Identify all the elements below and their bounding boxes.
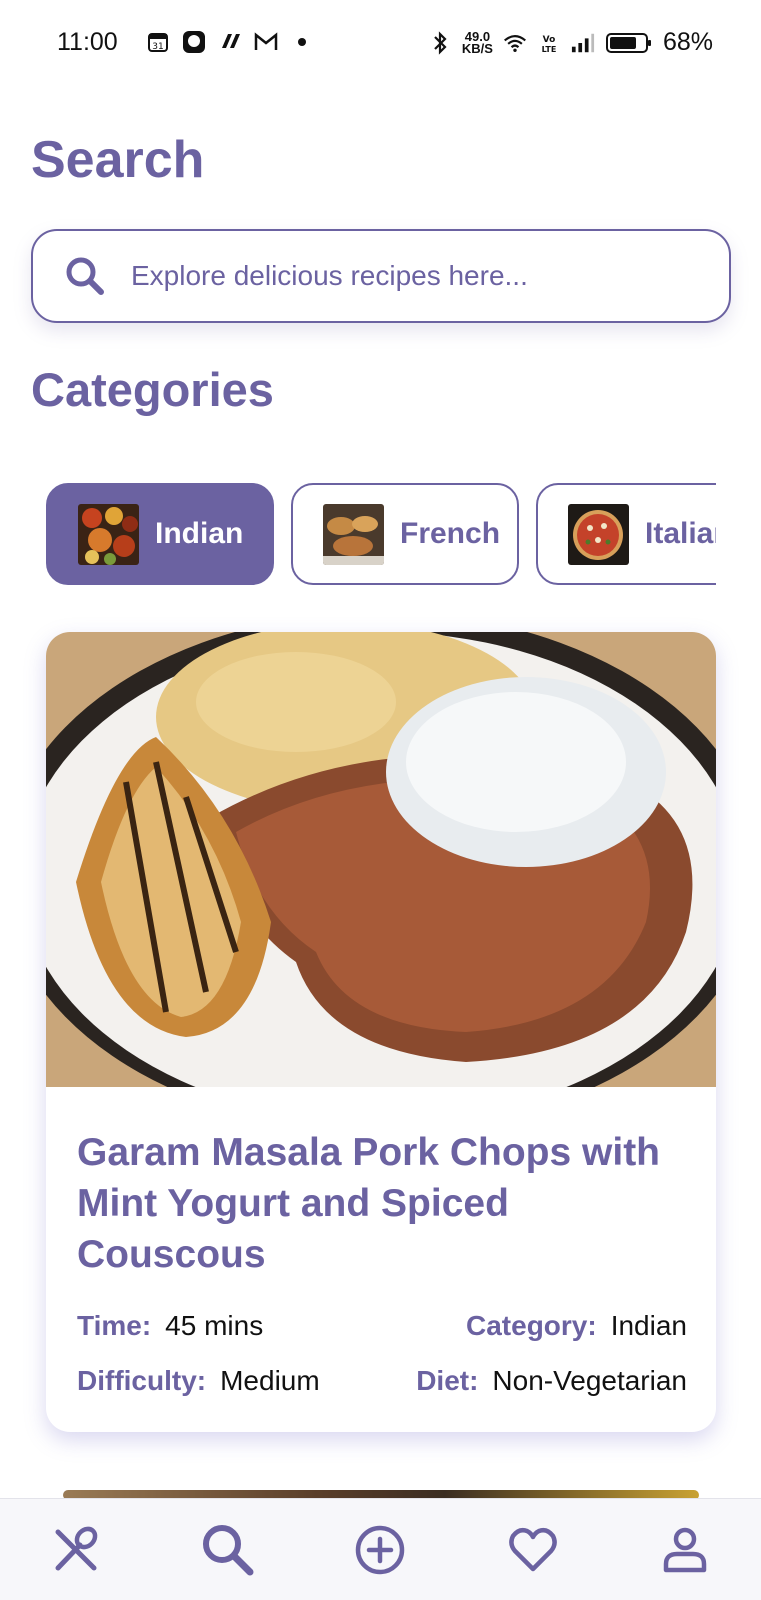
add-circle-icon (356, 1525, 405, 1574)
network-speed-unit: KB/S (461, 40, 493, 56)
more-notifications-dot-icon (290, 30, 314, 54)
category-chip-label: Italian (645, 517, 716, 550)
signal-icon (571, 31, 595, 55)
indian-food-thumbnail (78, 503, 139, 565)
battery-percent: 68% (662, 28, 713, 56)
nav-search[interactable] (190, 1512, 266, 1588)
diet-value: Non-Vegetarian (492, 1365, 687, 1396)
recipe-diet: Diet: Non-Vegetarian (416, 1365, 687, 1397)
fork-spoon-icon (55, 1526, 98, 1570)
status-time: 11:00 (57, 28, 118, 56)
search-bar[interactable] (31, 229, 731, 323)
category-chip-label: Indian (155, 517, 244, 550)
category-chips[interactable]: Indian French Italian (46, 483, 716, 587)
time-label: Time: (77, 1310, 152, 1341)
search-icon (63, 254, 107, 298)
app-notification-icon (218, 30, 242, 54)
category-label: Category: (466, 1310, 597, 1341)
status-bar: 11:00 31 49.0 KB/S Vo LTE 68% (0, 0, 761, 88)
network-speed: 49.0 KB/S (461, 30, 493, 56)
recipe-image (46, 632, 716, 1087)
category-chip-label: French (400, 517, 501, 550)
difficulty-value: Medium (220, 1365, 320, 1396)
recipe-card[interactable]: Garam Masala Pork Chops with Mint Yogurt… (46, 632, 716, 1432)
system-status: 49.0 KB/S Vo LTE 68% (428, 28, 713, 57)
search-screen: 11:00 31 49.0 KB/S Vo LTE 68% Search Exp… (0, 0, 761, 1600)
nav-add-recipe[interactable] (342, 1512, 418, 1588)
wifi-icon (503, 31, 527, 55)
category-chip-indian[interactable]: Indian (46, 483, 274, 585)
category-chip-french[interactable]: French (291, 483, 519, 585)
battery-icon (605, 31, 653, 55)
search-input[interactable] (131, 260, 691, 292)
calendar-icon: 31 (146, 30, 170, 54)
nav-favorites[interactable] (495, 1512, 571, 1588)
diet-label: Diet: (416, 1365, 479, 1396)
recipe-title: Garam Masala Pork Chops with Mint Yogurt… (77, 1131, 661, 1276)
volte-icon: Vo LTE (537, 31, 561, 55)
recipe-difficulty: Difficulty: Medium (77, 1365, 320, 1397)
messenger-icon (182, 30, 206, 54)
notification-icons: 31 (146, 30, 314, 54)
recipe-meta-row-2: Difficulty: Medium Diet: Non-Vegetarian (77, 1365, 687, 1397)
french-food-thumbnail (323, 503, 384, 565)
gmail-icon (254, 30, 278, 54)
difficulty-label: Difficulty: (77, 1365, 207, 1396)
bottom-nav (0, 1498, 761, 1600)
nav-profile[interactable] (647, 1512, 723, 1588)
search-icon (203, 1524, 254, 1575)
recipe-meta-row-1: Time: 45 mins Category: Indian (77, 1310, 687, 1342)
category-chip-italian[interactable]: Italian (536, 483, 716, 585)
page-title: Search (31, 131, 205, 189)
svg-text:Vo: Vo (543, 35, 556, 45)
italian-food-thumbnail (568, 503, 629, 565)
categories-title: Categories (31, 363, 274, 416)
recipe-time: Time: 45 mins (77, 1310, 263, 1342)
nav-recipes[interactable] (38, 1512, 114, 1588)
profile-icon (663, 1527, 707, 1572)
category-value: Indian (610, 1310, 687, 1341)
bluetooth-icon (428, 30, 452, 55)
time-value: 45 mins (165, 1310, 264, 1341)
recipe-category: Category: Indian (466, 1310, 687, 1342)
svg-text:31: 31 (152, 42, 163, 52)
svg-text:LTE: LTE (542, 45, 557, 54)
heart-icon (508, 1527, 557, 1571)
